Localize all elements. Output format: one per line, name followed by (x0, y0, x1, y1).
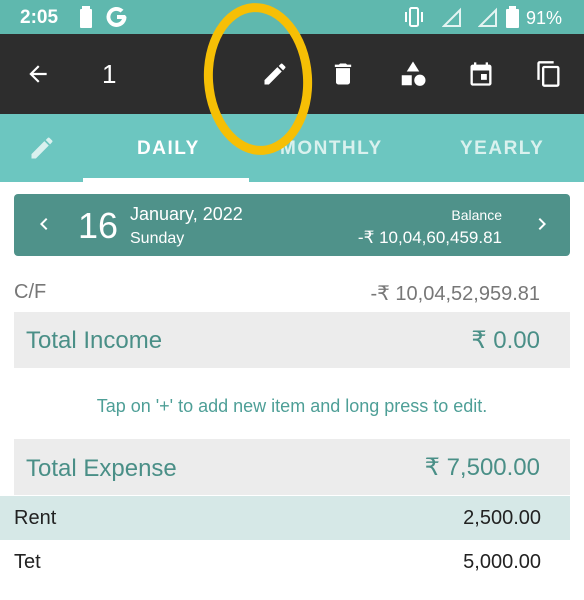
chevron-right-icon[interactable] (530, 212, 554, 236)
tab-daily[interactable]: DAILY (137, 138, 200, 160)
date-month-year: January, 2022 (130, 204, 243, 224)
shapes-icon (401, 61, 426, 86)
income-label: Total Income (26, 327, 163, 354)
tab-indicator (83, 178, 249, 182)
item-name: Rent (14, 507, 57, 529)
google-icon (106, 6, 127, 27)
pencil-icon[interactable] (28, 134, 56, 162)
expense-value: ₹ 7,500.00 (424, 454, 540, 481)
battery-percent: 91% (526, 8, 563, 28)
vibrate-icon (405, 7, 423, 27)
item-amount: 5,000.00 (463, 551, 541, 573)
signal-icon-2 (478, 7, 497, 27)
copy-icon (537, 61, 560, 87)
back-button[interactable] (18, 54, 58, 94)
carry-forward-label: C/F (14, 281, 47, 303)
item-name: Tet (14, 551, 41, 573)
signal-icon (442, 7, 461, 27)
item-amount: 2,500.00 (463, 507, 541, 529)
carry-forward-value: -₹ 10,04,52,959.81 (370, 283, 540, 305)
toolbar-title: 1 (102, 59, 117, 89)
date-weekday: Sunday (130, 230, 185, 247)
date-card: 16 January, 2022 Sunday Balance -₹ 10,04… (14, 194, 570, 256)
income-row[interactable]: Total Income ₹ 0.00 (14, 312, 570, 368)
chevron-left-icon[interactable] (32, 212, 56, 236)
category-button[interactable] (393, 54, 433, 94)
battery-full-icon (506, 6, 519, 28)
trash-icon (334, 63, 352, 85)
expense-row[interactable]: Total Expense ₹ 7,500.00 (14, 439, 570, 495)
balance-value: -₹ 10,04,60,459.81 (357, 228, 502, 247)
tab-yearly[interactable]: YEARLY (460, 138, 544, 160)
battery-icon (80, 6, 92, 28)
date-day: 16 (78, 205, 119, 246)
income-value: ₹ 0.00 (471, 327, 540, 354)
back-arrow-icon (29, 65, 47, 83)
tab-monthly[interactable]: MONTHLY (280, 138, 383, 160)
list-item[interactable]: Tet 5,000.00 (0, 540, 570, 584)
status-time: 2:05 (20, 7, 59, 28)
calendar-button[interactable] (461, 54, 501, 94)
expense-label: Total Expense (26, 455, 177, 482)
copy-button[interactable] (529, 54, 569, 94)
balance-label: Balance (451, 207, 502, 223)
calendar-icon (470, 62, 492, 86)
list-item[interactable]: Rent 2,500.00 (0, 496, 570, 540)
delete-button[interactable] (323, 54, 363, 94)
hint-text: Tap on '+' to add new item and long pres… (96, 396, 488, 416)
